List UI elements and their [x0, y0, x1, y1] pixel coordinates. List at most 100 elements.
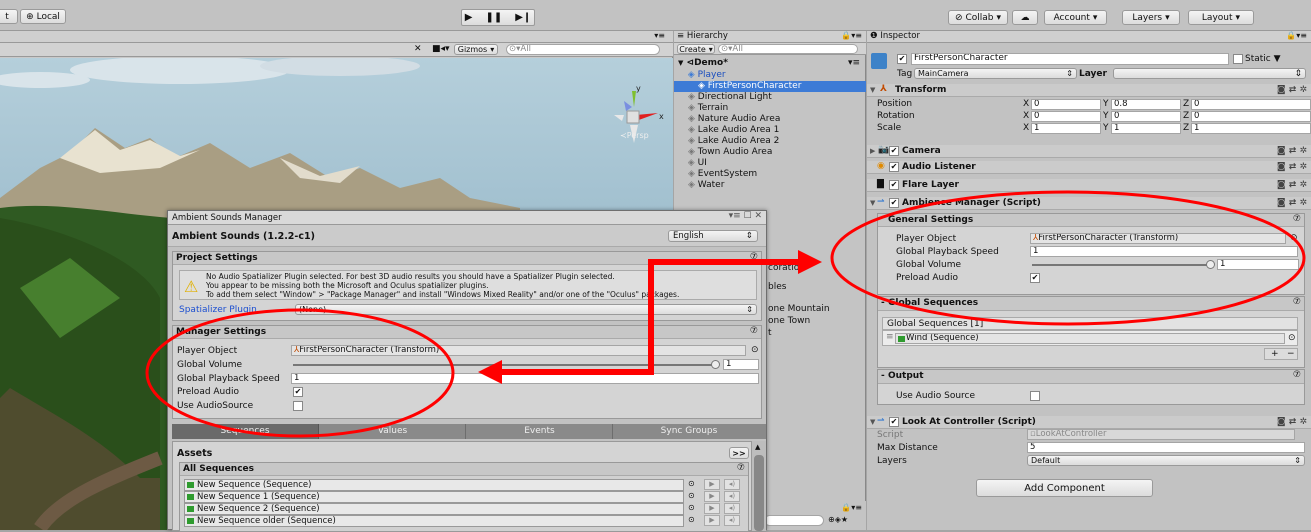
project-settings-header[interactable]: Project Settings ⑦: [173, 252, 761, 265]
look-at-controller-header[interactable]: ▼ ⇀ ✔ Look At Controller (Script) ◙ ⇄ ✲: [867, 416, 1311, 429]
preview-play-button[interactable]: ▶: [704, 515, 720, 526]
pause-icon[interactable]: ❚❚: [480, 12, 507, 23]
transform-y-field[interactable]: 1: [1111, 123, 1181, 134]
sequence-item[interactable]: New Sequence 1 (Sequence): [184, 491, 684, 503]
hierarchy-item[interactable]: ◈ Lake Audio Area 1: [688, 125, 864, 136]
help-icon[interactable]: ⑦: [737, 463, 745, 473]
output-header[interactable]: - Output ⑦: [878, 370, 1304, 384]
transform-z-field[interactable]: 1: [1191, 123, 1311, 134]
tab-hierarchy[interactable]: ≡ Hierarchy: [677, 31, 728, 41]
camera-header[interactable]: ▶ 📷 ✔ Camera ◙ ⇄ ✲: [867, 145, 1311, 158]
hierarchy-item-partial[interactable]: bles: [768, 282, 786, 293]
ambience-manager-header[interactable]: ▼ ⇀ ✔ Ambience Manager (Script) ◙ ⇄ ✲: [867, 197, 1311, 210]
object-picker-icon[interactable]: ⊙: [688, 491, 695, 500]
layout-dropdown[interactable]: Layout ▾: [1188, 10, 1254, 25]
expand-button[interactable]: >>: [729, 447, 749, 459]
cloud-button[interactable]: ☁: [1012, 10, 1038, 25]
volume-value-field[interactable]: 1: [723, 359, 759, 370]
sequence-item[interactable]: New Sequence 2 (Sequence): [184, 503, 684, 515]
add-item-button[interactable]: +: [1271, 349, 1279, 359]
lock-icon[interactable]: 🔒▾≡: [841, 31, 862, 40]
panel-menu-icon[interactable]: ▾≡: [654, 31, 665, 40]
transform-x-field[interactable]: 0: [1031, 111, 1101, 122]
window-titlebar[interactable]: Ambient Sounds Manager ▾≡ ☐ ✕: [168, 211, 766, 225]
hierarchy-item-partial[interactable]: one Mountain: [768, 304, 830, 315]
layers-mask-dropdown[interactable]: Default ⇕: [1027, 455, 1305, 466]
create-dropdown[interactable]: Create ▾: [677, 44, 715, 54]
audio-listener-checkbox[interactable]: ✔: [889, 162, 899, 172]
audio-icon[interactable]: ◂): [724, 515, 740, 526]
manager-settings-header[interactable]: Manager Settings ⑦: [173, 326, 761, 339]
component-menu-icon[interactable]: ◙ ⇄ ✲: [1277, 417, 1307, 427]
component-menu-icon[interactable]: ◙ ⇄ ✲: [1277, 180, 1307, 190]
object-name-field[interactable]: FirstPersonCharacter: [911, 53, 1229, 65]
scene-menu-icon[interactable]: ▾≡: [848, 58, 860, 68]
gizmos-dropdown[interactable]: Gizmos ▾: [454, 44, 498, 55]
object-picker-icon[interactable]: ⊙: [688, 479, 695, 488]
help-icon[interactable]: ⑦: [750, 252, 758, 262]
scroll-up-icon[interactable]: ▲: [755, 443, 760, 451]
hierarchy-item[interactable]: ◈ Water: [688, 180, 864, 191]
hierarchy-item-partial[interactable]: coration: [768, 263, 805, 274]
preview-play-button[interactable]: ▶: [704, 491, 720, 502]
hierarchy-search-input[interactable]: ⊙▾All: [718, 44, 858, 54]
object-picker-icon[interactable]: ⊙: [1290, 233, 1298, 243]
tab-values[interactable]: Values: [320, 424, 466, 439]
static-checkbox[interactable]: [1233, 54, 1243, 64]
tab-sync-groups[interactable]: Sync Groups: [614, 424, 764, 439]
use-audio-source-checkbox[interactable]: [1030, 391, 1040, 401]
lock-icon[interactable]: 🔒▾≡: [1286, 31, 1307, 40]
wind-sequence-field[interactable]: Wind (Sequence): [895, 333, 1285, 344]
tab-inspector[interactable]: ❶ Inspector: [870, 31, 920, 41]
audio-listener-header[interactable]: ◉ ✔ Audio Listener ◙ ⇄ ✲: [867, 161, 1311, 174]
component-menu-icon[interactable]: ◙ ⇄ ✲: [1277, 146, 1307, 156]
global-sequence-item[interactable]: ≡ Wind (Sequence) ⊙: [882, 330, 1298, 346]
global-sequences-header[interactable]: - Global Sequences ⑦: [878, 297, 1304, 311]
static-dropdown[interactable]: Static ▼: [1245, 54, 1281, 64]
camera-icon[interactable]: ■◂▾: [432, 44, 450, 54]
language-dropdown[interactable]: English ⇕: [668, 230, 758, 242]
component-menu-icon[interactable]: ◙ ⇄ ✲: [1277, 85, 1307, 95]
max-distance-field[interactable]: 5: [1027, 442, 1305, 453]
audio-icon[interactable]: ◂): [724, 479, 740, 490]
transform-x-field[interactable]: 1: [1031, 123, 1101, 134]
player-object-field[interactable]: ⅄FirstPersonCharacter (Transform): [1030, 233, 1286, 244]
spatializer-plugin-dropdown[interactable]: (None) ⇕: [295, 304, 757, 315]
hierarchy-item[interactable]: ◈ EventSystem: [688, 169, 864, 180]
spatializer-plugin-link[interactable]: Spatializer Plugin: [179, 305, 257, 315]
play-icon[interactable]: ▶: [460, 12, 478, 23]
tab-events[interactable]: Events: [467, 424, 613, 439]
lock-icon[interactable]: 🔒▾≡: [841, 503, 862, 512]
volume-slider-thumb[interactable]: [711, 360, 720, 369]
persp-label[interactable]: ≺Persp: [620, 131, 649, 140]
layer-dropdown[interactable]: ⇕: [1113, 68, 1306, 79]
hierarchy-item[interactable]: ▼ ◈ Player: [688, 70, 864, 81]
all-sequences-header[interactable]: All Sequences ⑦: [180, 463, 748, 476]
player-object-field[interactable]: ⅄FirstPersonCharacter (Transform): [291, 345, 746, 356]
transform-header[interactable]: ▼ ⅄ Transform ◙ ⇄ ✲: [867, 84, 1311, 97]
hierarchy-item[interactable]: ◈ Town Audio Area: [688, 147, 864, 158]
scrollbar-thumb[interactable]: [754, 455, 764, 531]
scene-search-input[interactable]: ⊙▾All: [506, 44, 660, 55]
flare-layer-checkbox[interactable]: ✔: [889, 180, 899, 190]
hierarchy-item-partial[interactable]: one Town: [768, 316, 810, 327]
look-at-checkbox[interactable]: ✔: [889, 417, 899, 427]
toolbar-left-button[interactable]: t: [0, 9, 18, 24]
volume-slider-track[interactable]: [1032, 264, 1210, 266]
help-icon[interactable]: ⑦: [1293, 214, 1301, 224]
help-icon[interactable]: ⑦: [1293, 370, 1301, 380]
account-button[interactable]: Account ▾: [1044, 10, 1107, 25]
active-checkbox[interactable]: ✔: [897, 54, 907, 64]
hierarchy-item[interactable]: ◈ Terrain: [688, 103, 864, 114]
layers-dropdown[interactable]: Layers ▾: [1122, 10, 1180, 25]
tag-dropdown[interactable]: MainCamera ⇕: [914, 68, 1077, 79]
remove-item-button[interactable]: −: [1287, 349, 1295, 359]
drag-handle-icon[interactable]: ≡: [886, 332, 894, 342]
hierarchy-item[interactable]: ◈ Lake Audio Area 2: [688, 136, 864, 147]
tools-icon[interactable]: ✕: [414, 44, 422, 54]
volume-slider-thumb[interactable]: [1206, 260, 1215, 269]
hierarchy-item[interactable]: ◈ Nature Audio Area: [688, 114, 864, 125]
label-filter-icon[interactable]: ⊕◈★: [828, 515, 848, 524]
camera-enabled-checkbox[interactable]: ✔: [889, 146, 899, 156]
transform-y-field[interactable]: 0: [1111, 111, 1181, 122]
